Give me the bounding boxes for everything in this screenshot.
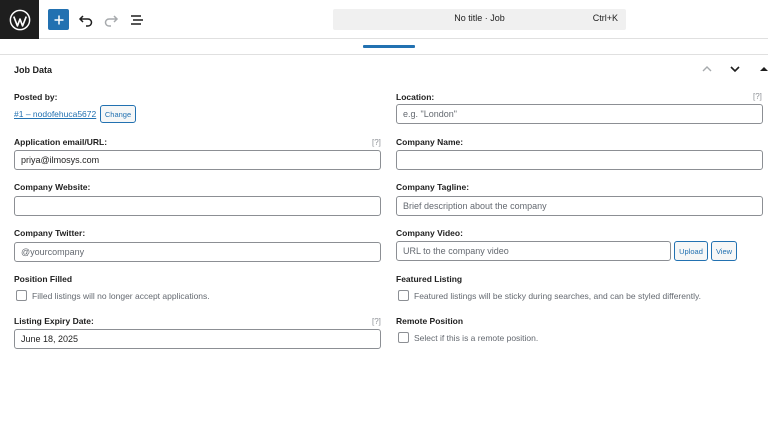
- list-view-button[interactable]: [126, 9, 147, 30]
- company-website-input[interactable]: [14, 196, 381, 216]
- company-twitter-label: Company Twitter:: [14, 228, 86, 238]
- expiry-label: Listing Expiry Date:: [14, 316, 94, 326]
- location-label: Location:: [396, 92, 435, 102]
- document-title: No title · Job: [454, 13, 505, 23]
- change-author-button[interactable]: Change: [100, 105, 136, 123]
- move-down-button[interactable]: [728, 62, 742, 76]
- expiry-date-input[interactable]: June 18, 2025: [14, 329, 381, 349]
- panel-title: Job Data: [14, 65, 53, 75]
- application-email-input[interactable]: priya@ilmosys.com: [14, 150, 381, 170]
- featured-listing-checkbox[interactable]: [398, 290, 409, 301]
- toggle-panel-button[interactable]: [757, 62, 768, 76]
- remote-position-text: Select if this is a remote position.: [414, 332, 539, 343]
- company-twitter-input[interactable]: @yourcompany: [14, 242, 381, 262]
- redo-button[interactable]: [100, 9, 121, 30]
- command-palette-bar[interactable]: No title · Job Ctrl+K: [333, 9, 626, 30]
- location-help-icon[interactable]: [?]: [753, 92, 762, 101]
- editor-resize-handle[interactable]: [363, 45, 415, 48]
- triangle-up-icon: [760, 67, 768, 71]
- company-video-input[interactable]: URL to the company video: [396, 241, 671, 261]
- location-input[interactable]: e.g. "London": [396, 104, 763, 124]
- featured-listing-label: Featured Listing: [396, 274, 463, 284]
- undo-icon: [78, 14, 92, 27]
- chevron-up-icon: [702, 66, 712, 72]
- author-link[interactable]: #1 – nodofehuca5672: [14, 109, 96, 119]
- upload-video-button[interactable]: Upload: [674, 241, 708, 261]
- remote-position-row: Select if this is a remote position.: [398, 332, 538, 343]
- list-view-icon: [130, 14, 143, 25]
- application-label: Application email/URL:: [14, 137, 108, 147]
- chevron-down-icon: [730, 66, 740, 73]
- company-website-label: Company Website:: [14, 182, 91, 192]
- featured-listing-row: Featured listings will be sticky during …: [398, 290, 701, 301]
- posted-by-label: Posted by:: [14, 92, 58, 102]
- redo-icon: [104, 14, 118, 27]
- position-filled-label: Position Filled: [14, 274, 73, 284]
- company-name-label: Company Name:: [396, 137, 464, 147]
- undo-button[interactable]: [75, 9, 96, 30]
- application-help-icon[interactable]: [?]: [372, 138, 381, 147]
- remote-position-checkbox[interactable]: [398, 332, 409, 343]
- add-block-button[interactable]: [48, 9, 69, 30]
- keyboard-shortcut: Ctrl+K: [592, 13, 618, 23]
- company-video-label: Company Video:: [396, 228, 463, 238]
- company-tagline-label: Company Tagline:: [396, 182, 470, 192]
- panel-divider: [0, 54, 768, 55]
- view-video-button[interactable]: View: [711, 241, 737, 261]
- company-name-input[interactable]: [396, 150, 763, 170]
- move-up-button[interactable]: [700, 62, 714, 76]
- position-filled-checkbox[interactable]: [16, 290, 27, 301]
- company-tagline-input[interactable]: Brief description about the company: [396, 196, 763, 216]
- position-filled-text: Filled listings will no longer accept ap…: [32, 290, 210, 301]
- editor-toolbar: No title · Job Ctrl+K: [0, 0, 768, 39]
- featured-listing-text: Featured listings will be sticky during …: [414, 290, 701, 301]
- plus-icon: [54, 15, 63, 24]
- expiry-help-icon[interactable]: [?]: [372, 317, 381, 326]
- wordpress-icon[interactable]: [0, 0, 39, 39]
- remote-position-label: Remote Position: [396, 316, 464, 326]
- position-filled-row: Filled listings will no longer accept ap…: [16, 290, 210, 301]
